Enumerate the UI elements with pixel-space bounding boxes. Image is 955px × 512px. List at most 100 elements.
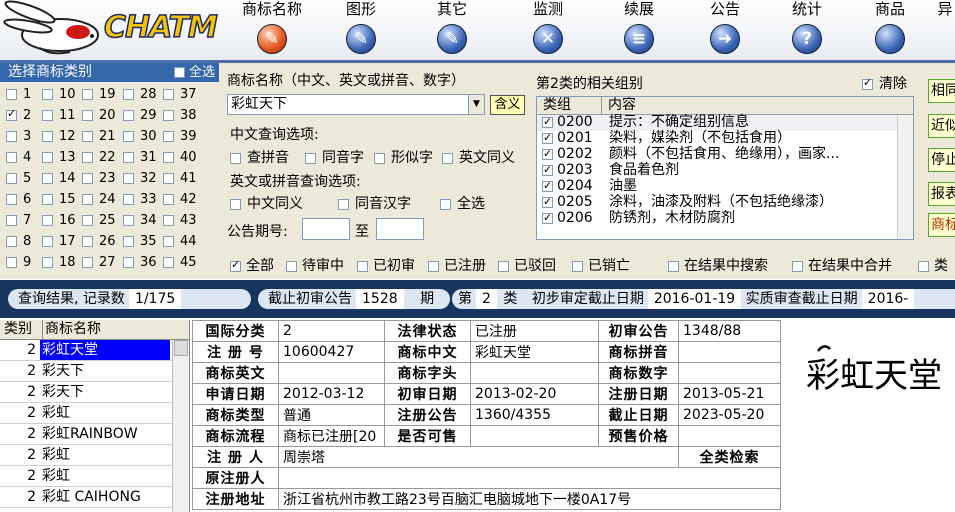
checkbox[interactable] — [374, 152, 385, 164]
category-checkbox[interactable] — [6, 257, 17, 268]
result-row[interactable]: 2 彩虹 — [0, 403, 189, 424]
trademark-name-combobox[interactable]: 彩虹天下 ▼ — [227, 94, 485, 115]
en-option-homophone-chars[interactable]: 同音汉字 — [338, 193, 411, 213]
filter-option[interactable]: 已注册 — [428, 255, 486, 275]
category-checkbox[interactable] — [123, 131, 134, 142]
category-1[interactable]: 1 — [6, 88, 31, 102]
category-29[interactable]: 29 — [123, 109, 157, 123]
category-22[interactable]: 22 — [82, 151, 116, 165]
category-5[interactable]: 5 — [6, 172, 31, 186]
group-row[interactable]: 0200 提示：不确定组别信息 — [537, 114, 913, 131]
category-checkbox[interactable] — [82, 194, 93, 205]
category-33[interactable]: 33 — [123, 193, 157, 207]
select-all-categories[interactable]: 全选 — [173, 63, 215, 82]
category-checkbox[interactable] — [6, 152, 17, 163]
category-7[interactable]: 7 — [6, 214, 31, 228]
category-checkbox[interactable] — [163, 131, 174, 142]
similar-search-button[interactable]: 近似 — [928, 114, 955, 138]
en-option-select-all[interactable]: 全选 — [440, 193, 485, 213]
category-2[interactable]: 2 — [6, 107, 31, 123]
nav-tab-trademark-name[interactable]: 商标名称 ✎ — [237, 0, 307, 60]
category-checkbox[interactable] — [6, 89, 17, 100]
category-checkbox[interactable] — [123, 110, 134, 121]
category-25[interactable]: 25 — [82, 214, 116, 228]
category-43[interactable]: 43 — [163, 214, 197, 228]
period-to-input[interactable] — [376, 218, 424, 240]
groups-scrollbar[interactable] — [897, 115, 913, 239]
nav-tab-more[interactable]: 异 — [915, 0, 955, 60]
category-45[interactable]: 45 — [163, 256, 197, 270]
cn-option-similar-shape[interactable]: 形似字 — [374, 147, 433, 167]
filter-checkbox[interactable] — [498, 260, 509, 272]
filter-checkbox[interactable] — [918, 260, 929, 272]
category-3[interactable]: 3 — [6, 130, 31, 144]
stop-button[interactable]: 停止 — [928, 148, 955, 172]
category-44[interactable]: 44 — [163, 235, 197, 249]
filter-option[interactable]: 待审中 — [286, 255, 344, 275]
category-checkbox[interactable] — [6, 215, 17, 226]
category-12[interactable]: 12 — [42, 130, 76, 144]
category-checkbox[interactable] — [82, 110, 93, 121]
category-checkbox[interactable] — [163, 194, 174, 205]
group-row[interactable]: 0204 油墨 — [537, 178, 913, 195]
category-16[interactable]: 16 — [42, 214, 76, 228]
category-41[interactable]: 41 — [163, 172, 197, 186]
category-36[interactable]: 36 — [123, 256, 157, 270]
category-39[interactable]: 39 — [163, 130, 197, 144]
category-checkbox[interactable] — [6, 236, 17, 247]
filter-option[interactable]: 在结果中搜索 — [668, 255, 768, 275]
filter-checkbox[interactable] — [357, 260, 368, 272]
group-checkbox[interactable] — [542, 210, 553, 225]
category-checkbox[interactable] — [123, 257, 134, 268]
category-checkbox[interactable] — [82, 173, 93, 184]
nav-tab-other[interactable]: 其它 ✎ — [417, 0, 487, 60]
checkbox[interactable] — [862, 76, 873, 90]
category-21[interactable]: 21 — [82, 130, 116, 144]
category-checkbox[interactable] — [123, 194, 134, 205]
category-13[interactable]: 13 — [42, 151, 76, 165]
category-checkbox[interactable] — [123, 236, 134, 247]
filter-checkbox[interactable] — [286, 260, 297, 272]
checkbox[interactable] — [230, 198, 241, 210]
nav-tab-monitor[interactable]: 监测 ✕ — [513, 0, 583, 60]
category-35[interactable]: 35 — [123, 235, 157, 249]
filter-checkbox[interactable] — [668, 260, 679, 272]
category-checkbox[interactable] — [82, 257, 93, 268]
category-11[interactable]: 11 — [42, 109, 76, 123]
category-checkbox[interactable] — [42, 236, 53, 247]
cn-option-homophone[interactable]: 同音字 — [305, 147, 364, 167]
result-row[interactable]: 2 彩天下 — [0, 382, 189, 403]
filter-option[interactable]: 在结果中合并 — [792, 255, 892, 275]
category-checkbox[interactable] — [163, 89, 174, 100]
filter-checkbox[interactable] — [230, 258, 241, 272]
category-checkbox[interactable] — [6, 194, 17, 205]
category-checkbox[interactable] — [163, 152, 174, 163]
filter-option[interactable]: 类 — [918, 255, 948, 275]
category-32[interactable]: 32 — [123, 172, 157, 186]
checkbox[interactable] — [305, 152, 316, 164]
group-checkbox[interactable] — [542, 194, 553, 209]
checkbox[interactable] — [440, 198, 451, 210]
category-checkbox[interactable] — [123, 152, 134, 163]
meaning-button[interactable]: 含义 — [490, 95, 525, 115]
cn-option-english-synonym[interactable]: 英文同义 — [442, 147, 515, 167]
scroll-thumb[interactable] — [174, 340, 188, 356]
category-checkbox[interactable] — [42, 257, 53, 268]
nav-tab-graphic[interactable]: 图形 ✎ — [326, 0, 396, 60]
report-button[interactable]: 报表 — [928, 182, 955, 206]
category-40[interactable]: 40 — [163, 151, 197, 165]
same-search-button[interactable]: 相同 — [928, 79, 955, 103]
checkbox[interactable] — [338, 198, 349, 210]
category-checkbox[interactable] — [82, 236, 93, 247]
category-checkbox[interactable] — [6, 173, 17, 184]
category-9[interactable]: 9 — [6, 256, 31, 270]
group-row[interactable]: 0202 颜料（不包括食用、绝缘用），画家... — [537, 146, 913, 163]
category-23[interactable]: 23 — [82, 172, 116, 186]
category-checkbox[interactable] — [82, 215, 93, 226]
category-37[interactable]: 37 — [163, 88, 197, 102]
nav-tab-renewal[interactable]: 续展 ≡ — [604, 0, 674, 60]
result-row[interactable]: 2 彩虹 — [0, 466, 189, 487]
checkbox[interactable] — [230, 152, 241, 164]
category-checkbox[interactable] — [42, 215, 53, 226]
category-18[interactable]: 18 — [42, 256, 76, 270]
